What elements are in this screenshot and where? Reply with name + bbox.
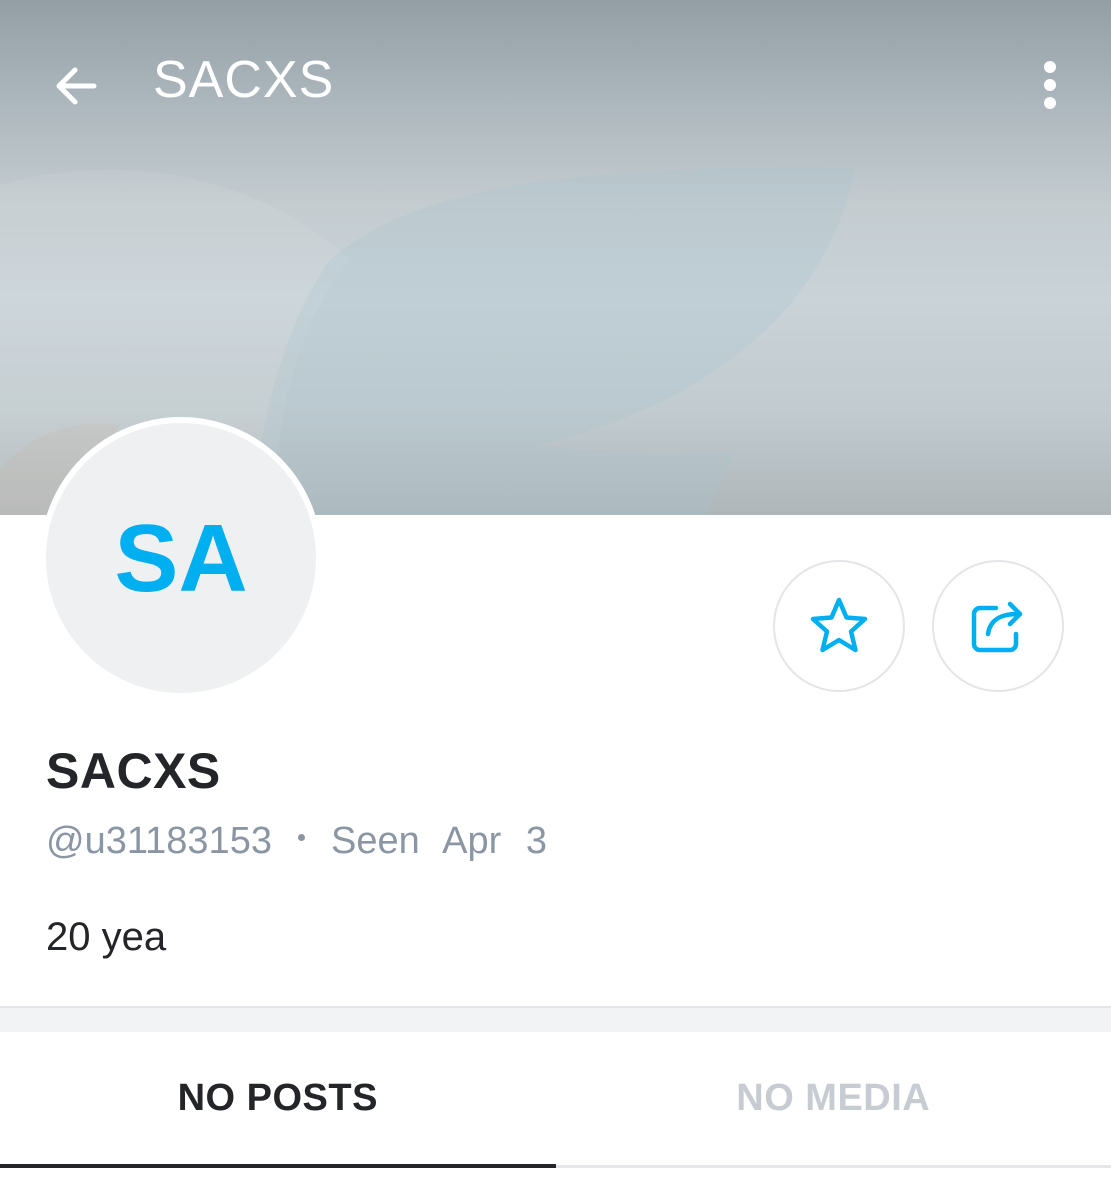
avatar-initials: SA	[114, 505, 248, 612]
share-button[interactable]	[932, 560, 1064, 692]
page-title: SACXS	[153, 51, 335, 109]
star-icon	[810, 597, 868, 653]
avatar-circle: SA	[46, 423, 316, 693]
tab-media[interactable]: NO MEDIA	[556, 1032, 1111, 1165]
profile-bio: 20 yea	[46, 915, 167, 959]
more-button[interactable]	[1020, 50, 1080, 120]
avatar[interactable]: SA	[40, 417, 322, 699]
share-icon	[971, 601, 1023, 653]
profile-username: @u31183153	[46, 820, 272, 862]
profile-meta: @u31183153 Seen Apr 3	[46, 816, 547, 866]
back-button[interactable]	[38, 48, 114, 124]
separator-dot	[297, 833, 305, 841]
profile-page: SACXS SA SACXS @u31183153 Seen Apr 3 20 …	[0, 0, 1111, 1200]
favorite-button[interactable]	[773, 560, 905, 692]
arrow-left-icon	[56, 67, 97, 105]
tab-posts[interactable]: NO POSTS	[0, 1032, 556, 1168]
more-vertical-icon	[1044, 61, 1056, 109]
content-tabs: NO POSTS NO MEDIA	[0, 1032, 1111, 1168]
profile-display-name: SACXS	[46, 743, 221, 799]
top-bar: SACXS	[0, 0, 1111, 165]
last-seen-status: Seen Apr 3	[330, 820, 548, 862]
section-divider	[0, 1006, 1111, 1032]
